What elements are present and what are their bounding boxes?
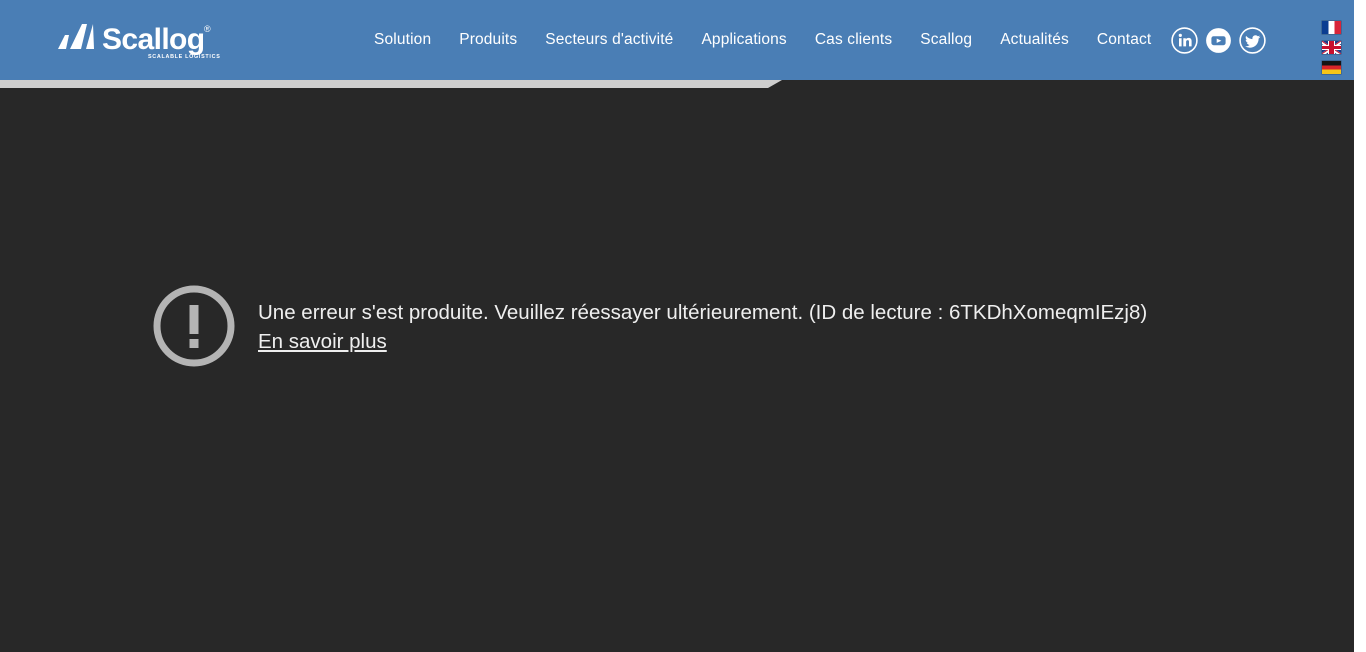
social-links <box>1171 27 1266 54</box>
browser-viewport: Scallog ® SCALABLE LOGISTICS Solution Pr… <box>0 0 1354 652</box>
flag-de-icon[interactable] <box>1322 61 1341 74</box>
nav-item-secteurs-activite[interactable]: Secteurs d'activité <box>531 32 687 48</box>
error-exclamation-icon <box>153 285 235 367</box>
flag-gb-icon[interactable] <box>1322 41 1341 54</box>
flag-fr-icon[interactable] <box>1322 21 1341 34</box>
nav-item-actualites[interactable]: Actualités <box>986 32 1083 48</box>
twitter-link[interactable] <box>1239 27 1266 54</box>
svg-text:Scallog: Scallog <box>102 23 205 56</box>
scallog-logo[interactable]: Scallog ® SCALABLE LOGISTICS <box>56 19 226 63</box>
youtube-link[interactable] <box>1205 27 1232 54</box>
youtube-icon <box>1206 28 1231 53</box>
page-root: Scallog ® SCALABLE LOGISTICS Solution Pr… <box>0 0 1366 652</box>
page-loading-bar <box>0 80 782 88</box>
nav-item-cas-clients[interactable]: Cas clients <box>801 32 906 48</box>
twitter-icon <box>1239 27 1266 54</box>
nav-item-produits[interactable]: Produits <box>445 32 531 48</box>
page-loading-bar-fill <box>0 80 782 88</box>
primary-navigation: Solution Produits Secteurs d'activité Ap… <box>360 0 1165 80</box>
video-error-learn-more-link[interactable]: En savoir plus <box>258 330 387 354</box>
linkedin-link[interactable] <box>1171 27 1198 54</box>
video-error-block: Une erreur s'est produite. Veuillez rées… <box>152 284 1147 368</box>
svg-text:SCALABLE LOGISTICS: SCALABLE LOGISTICS <box>148 54 221 60</box>
nav-item-contact[interactable]: Contact <box>1083 32 1165 48</box>
nav-item-scallog[interactable]: Scallog <box>906 32 986 48</box>
video-error-text: Une erreur s'est produite. Veuillez rées… <box>258 284 1147 354</box>
nav-item-applications[interactable]: Applications <box>687 32 800 48</box>
site-header: Scallog ® SCALABLE LOGISTICS Solution Pr… <box>0 0 1354 80</box>
linkedin-icon <box>1171 27 1198 54</box>
nav-item-solution[interactable]: Solution <box>360 32 445 48</box>
scallog-logo-icon: Scallog ® SCALABLE LOGISTICS <box>58 23 221 60</box>
language-switcher <box>1322 21 1341 74</box>
video-error-message: Une erreur s'est produite. Veuillez rées… <box>258 301 1148 324</box>
svg-text:®: ® <box>204 24 211 34</box>
